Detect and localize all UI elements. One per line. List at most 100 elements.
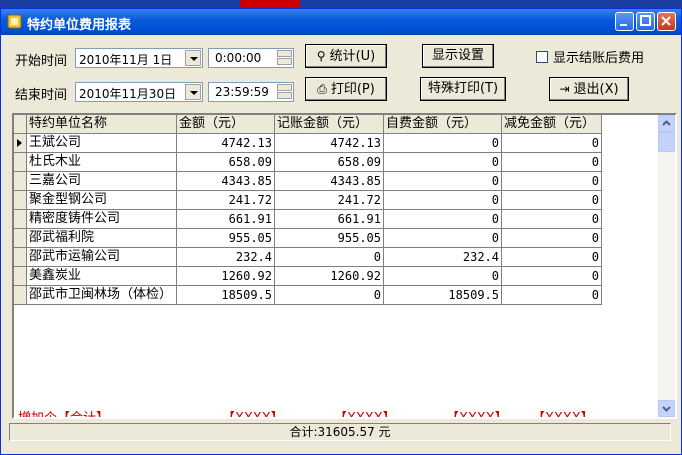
row-indicator[interactable]: [14, 286, 27, 305]
window-title: 特约单位费用报表: [27, 18, 132, 33]
scroll-up-button[interactable]: [658, 115, 675, 132]
spin-up-icon[interactable]: [277, 84, 292, 91]
table-cell[interactable]: 232.4: [384, 248, 502, 267]
table-cell[interactable]: 18509.5: [384, 286, 502, 305]
table-cell[interactable]: 杜氏木业: [27, 153, 177, 172]
stats-button-label: 统计(U): [329, 49, 376, 64]
start-date-value: 2010年11月 1日: [79, 53, 173, 67]
chevron-down-icon[interactable]: [185, 84, 201, 100]
spin-down-icon[interactable]: [277, 58, 292, 65]
table-cell[interactable]: 241.72: [177, 191, 275, 210]
add-total-label: 增加个【合计】: [18, 411, 110, 419]
table-cell[interactable]: 0: [502, 286, 602, 305]
table-cell[interactable]: 18509.5: [177, 286, 275, 305]
table-cell[interactable]: 邵武市运输公司: [27, 248, 177, 267]
column-header[interactable]: 自费金额（元）: [384, 115, 502, 134]
table-cell[interactable]: 三嘉公司: [27, 172, 177, 191]
spin-down-icon[interactable]: [277, 92, 292, 99]
table-cell[interactable]: 4742.13: [275, 134, 384, 153]
report-window: 特约单位费用报表 开始时间 2010年11月 1日 0:00:00 结束时间 2…: [0, 8, 682, 455]
table-cell[interactable]: 661.91: [275, 210, 384, 229]
table-cell[interactable]: 661.91: [177, 210, 275, 229]
end-date-value: 2010年11月30日: [79, 87, 177, 101]
table-cell[interactable]: 658.09: [275, 153, 384, 172]
spin-up-icon[interactable]: [277, 50, 292, 57]
table-cell[interactable]: 1260.92: [275, 267, 384, 286]
table-cell[interactable]: 4742.13: [177, 134, 275, 153]
table-cell[interactable]: 658.09: [177, 153, 275, 172]
table-cell[interactable]: 0: [384, 172, 502, 191]
end-time-spinner[interactable]: [277, 84, 292, 100]
exit-button[interactable]: ⇥ 退出(X): [549, 77, 629, 101]
column-header[interactable]: 特约单位名称: [27, 115, 177, 134]
table-cell[interactable]: 0: [384, 229, 502, 248]
row-indicator[interactable]: [14, 229, 27, 248]
table-cell[interactable]: 955.05: [275, 229, 384, 248]
column-header[interactable]: 减免金额（元）: [502, 115, 602, 134]
table-cell[interactable]: 美鑫炭业: [27, 267, 177, 286]
table-cell[interactable]: 232.4: [177, 248, 275, 267]
column-header[interactable]: 金额（元）: [177, 115, 275, 134]
table-cell[interactable]: 1260.92: [177, 267, 275, 286]
row-indicator[interactable]: [14, 153, 27, 172]
row-indicator[interactable]: [14, 267, 27, 286]
table-cell[interactable]: 4343.85: [275, 172, 384, 191]
chevron-down-icon: [662, 406, 671, 412]
table-cell[interactable]: 0: [384, 134, 502, 153]
vertical-scrollbar[interactable]: [658, 115, 675, 417]
start-time-value: 0:00:00: [215, 51, 262, 65]
status-bar: 合计:31605.57 元: [9, 423, 671, 441]
table-cell[interactable]: 0: [502, 248, 602, 267]
end-date-picker[interactable]: 2010年11月30日: [75, 82, 203, 102]
table-cell[interactable]: 0: [502, 229, 602, 248]
start-time-field[interactable]: 0:00:00: [208, 48, 294, 68]
maximize-button[interactable]: [636, 12, 655, 31]
table-cell[interactable]: 聚金型钢公司: [27, 191, 177, 210]
table-cell[interactable]: 955.05: [177, 229, 275, 248]
printer-icon: ⎙: [317, 82, 327, 96]
stats-button[interactable]: ⚲ 统计(U): [305, 44, 387, 68]
table-cell[interactable]: 邵武福利院: [27, 229, 177, 248]
app-icon: [7, 14, 22, 29]
table-cell[interactable]: 0: [384, 267, 502, 286]
table-cell[interactable]: 0: [502, 191, 602, 210]
start-time-spinner[interactable]: [277, 50, 292, 66]
table-cell[interactable]: 241.72: [275, 191, 384, 210]
special-print-button[interactable]: 特殊打印(T): [420, 77, 506, 101]
table-cell[interactable]: 0: [275, 248, 384, 267]
table-cell[interactable]: 0: [502, 210, 602, 229]
row-indicator[interactable]: [14, 248, 27, 267]
table-cell[interactable]: 精密度铸件公司: [27, 210, 177, 229]
scroll-thumb[interactable]: [658, 132, 675, 152]
row-indicator[interactable]: [14, 172, 27, 191]
display-settings-button[interactable]: 显示设置: [422, 44, 494, 68]
table-cell[interactable]: 0: [384, 153, 502, 172]
column-header[interactable]: 记账金额（元）: [275, 115, 384, 134]
table-cell[interactable]: 0: [502, 153, 602, 172]
table-cell[interactable]: 0: [502, 134, 602, 153]
row-indicator[interactable]: [14, 191, 27, 210]
data-grid[interactable]: 特约单位名称 金额（元） 记账金额（元） 自费金额（元） 减免金额（元） 王斌公…: [12, 113, 677, 419]
start-date-picker[interactable]: 2010年11月 1日: [75, 48, 203, 68]
print-button[interactable]: ⎙ 打印(P): [305, 77, 387, 101]
minimize-button[interactable]: [615, 12, 634, 31]
row-indicator[interactable]: [14, 134, 27, 153]
show-after-settlement-checkbox[interactable]: [536, 51, 548, 63]
table-cell[interactable]: 0: [384, 210, 502, 229]
total-placeholder: 【XXXX】: [334, 411, 396, 419]
table-cell[interactable]: 4343.85: [177, 172, 275, 191]
chevron-down-icon[interactable]: [185, 50, 201, 66]
table-cell[interactable]: 0: [502, 267, 602, 286]
maximize-icon: [640, 15, 651, 26]
table-cell[interactable]: 王斌公司: [27, 134, 177, 153]
table-cell[interactable]: 0: [384, 191, 502, 210]
table-cell[interactable]: 0: [502, 172, 602, 191]
close-button[interactable]: [657, 12, 676, 31]
row-indicator[interactable]: [14, 210, 27, 229]
end-time-field[interactable]: 23:59:59: [208, 82, 294, 102]
table-cell[interactable]: 0: [275, 286, 384, 305]
header-indicator: [14, 115, 27, 134]
chevron-up-icon: [662, 120, 671, 126]
table-cell[interactable]: 邵武市卫闽林场（体检）: [27, 286, 177, 305]
scroll-down-button[interactable]: [658, 400, 675, 417]
